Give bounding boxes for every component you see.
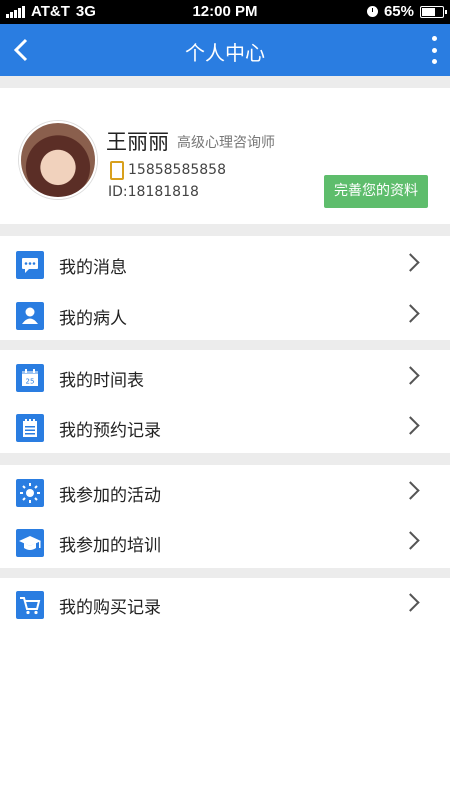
section-gap bbox=[0, 224, 450, 236]
cart-icon bbox=[16, 591, 44, 619]
chevron-right-icon bbox=[401, 253, 420, 272]
message-icon bbox=[16, 251, 44, 279]
menu-item-messages[interactable]: 我的消息 bbox=[0, 238, 450, 289]
menu-item-label: 我的时间表 bbox=[59, 371, 144, 391]
sun-icon bbox=[16, 479, 44, 507]
avatar[interactable] bbox=[19, 121, 97, 199]
status-right: 65% bbox=[366, 3, 447, 20]
profile-name: 王丽丽 bbox=[106, 130, 169, 154]
menu-item-label: 我参加的活动 bbox=[59, 486, 161, 506]
person-icon bbox=[16, 302, 44, 330]
notepad-icon bbox=[16, 414, 44, 442]
menu-item-label: 我的购买记录 bbox=[59, 598, 161, 618]
chevron-right-icon bbox=[401, 304, 420, 323]
profile-id: ID:18181818 bbox=[108, 184, 199, 200]
battery-percent: 65% bbox=[383, 3, 414, 20]
section-gap bbox=[0, 453, 450, 465]
menu-item-label: 我的预约记录 bbox=[59, 421, 161, 441]
menu-item-label: 我的消息 bbox=[59, 258, 127, 278]
battery-icon bbox=[420, 5, 447, 18]
more-button[interactable] bbox=[426, 36, 442, 64]
menu-item-patients[interactable]: 我的病人 bbox=[0, 289, 450, 340]
more-vertical-icon bbox=[431, 36, 437, 41]
page-title: 个人中心 bbox=[185, 41, 265, 65]
graduation-cap-icon bbox=[16, 529, 44, 557]
chevron-right-icon bbox=[401, 593, 420, 612]
phone-icon bbox=[110, 161, 124, 180]
profile-phone: 15858585858 bbox=[128, 162, 226, 178]
menu-item-activities[interactable]: 我参加的活动 bbox=[0, 466, 450, 517]
profile-card: 王丽丽 高级心理咨询师 15858585858 ID:18181818 完善您的… bbox=[0, 88, 450, 224]
chevron-right-icon bbox=[401, 366, 420, 385]
section-gap bbox=[0, 76, 450, 88]
status-bar: AT&T 3G 12:00 PM 65% bbox=[0, 0, 450, 24]
menu-item-trainings[interactable]: 我参加的培训 bbox=[0, 516, 450, 567]
clock-icon bbox=[366, 6, 378, 17]
profile-role: 高级心理咨询师 bbox=[177, 135, 275, 151]
menu-item-appointments[interactable]: 我的预约记录 bbox=[0, 401, 450, 452]
menu-item-purchases[interactable]: 我的购买记录 bbox=[0, 578, 450, 629]
complete-profile-button[interactable]: 完善您的资料 bbox=[324, 175, 428, 208]
calendar-day-text: 25 bbox=[26, 378, 35, 386]
calendar-icon: 25 bbox=[16, 364, 44, 392]
chevron-right-icon bbox=[401, 531, 420, 550]
chevron-right-icon bbox=[401, 416, 420, 435]
menu-item-label: 我参加的培训 bbox=[59, 536, 161, 556]
nav-bar: 个人中心 bbox=[0, 24, 450, 76]
menu-item-schedule[interactable]: 25 我的时间表 bbox=[0, 351, 450, 402]
chevron-right-icon bbox=[401, 481, 420, 500]
menu-item-label: 我的病人 bbox=[59, 309, 127, 329]
